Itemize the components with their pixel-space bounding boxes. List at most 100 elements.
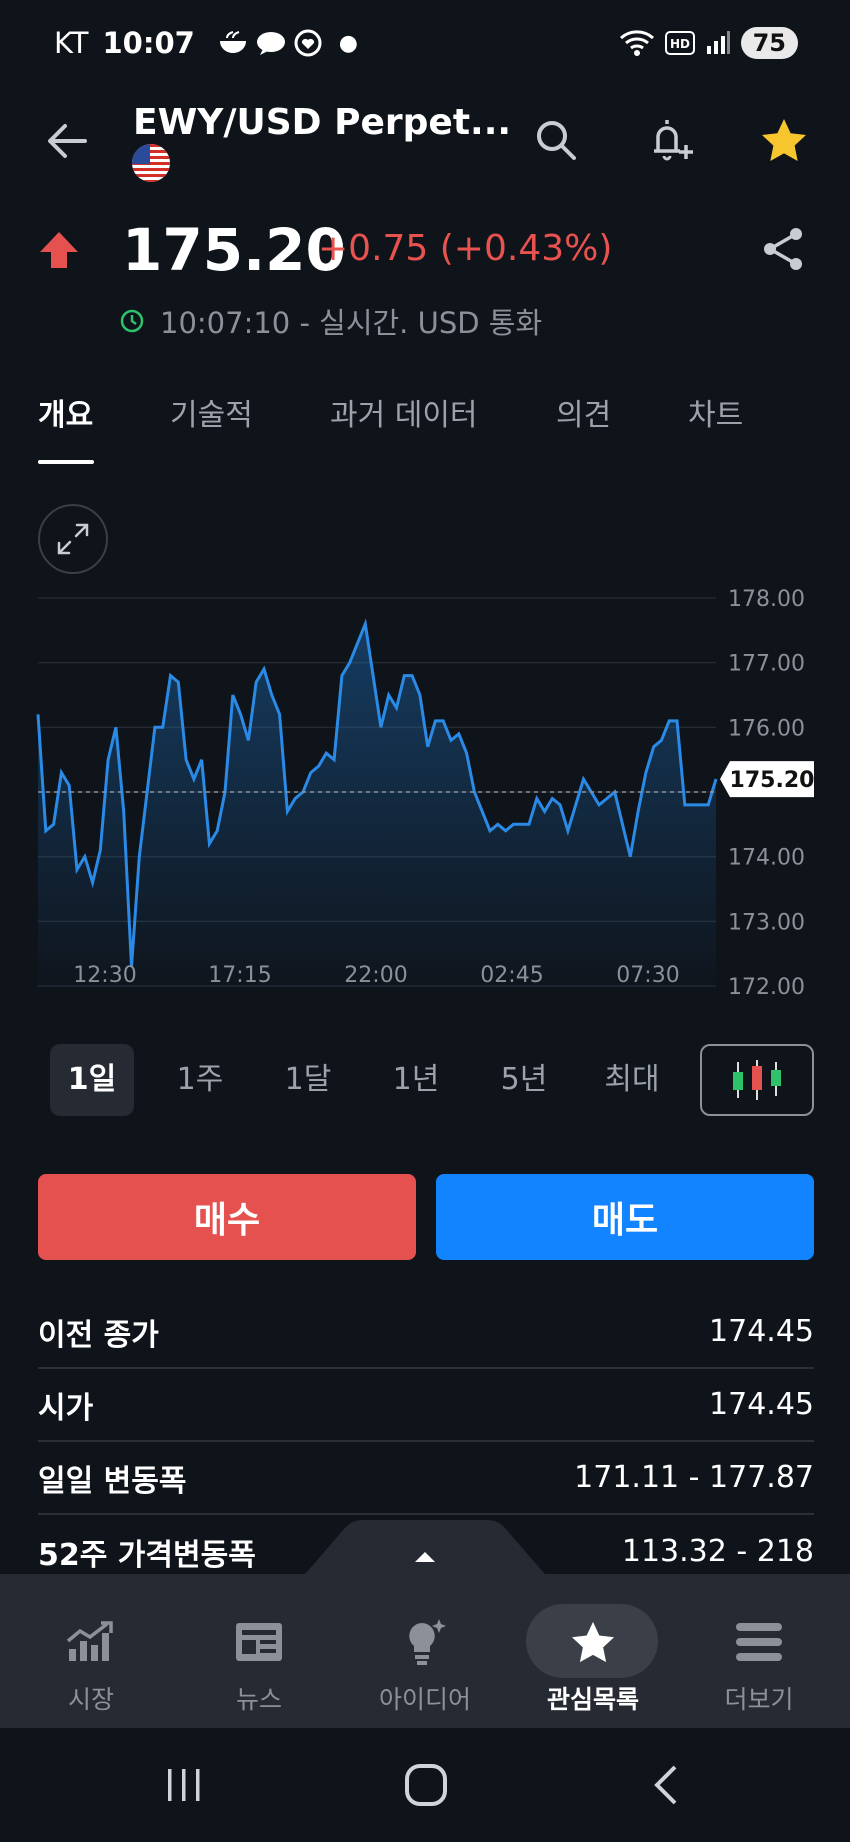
status-time: 10:07 — [102, 26, 195, 60]
status-bar: KT 10:07 ● HD 75 — [0, 0, 850, 86]
stat-label: 시가 — [38, 1390, 94, 1426]
stat-row-prev-close: 이전 종가 174.45 — [38, 1296, 814, 1369]
x-tick-label: 22:00 — [344, 963, 407, 988]
x-tick-label: 02:45 — [480, 963, 543, 988]
home-button[interactable] — [396, 1758, 456, 1812]
y-tick-label: 173.00 — [728, 910, 805, 935]
more-notifications-dot: ● — [338, 30, 358, 56]
clock-icon — [120, 309, 144, 333]
recent-apps-button[interactable] — [154, 1758, 214, 1812]
stat-row-open: 시가 174.45 — [38, 1369, 814, 1442]
period-1m[interactable]: 1달 — [266, 1044, 350, 1116]
carrier-label: KT — [54, 26, 89, 60]
wifi-icon — [619, 30, 654, 56]
bell-plus-icon — [654, 120, 693, 161]
lightbulb-icon — [395, 1616, 455, 1668]
hd-icon: HD — [664, 31, 695, 55]
stat-value: 174.45 — [709, 1314, 814, 1349]
tab-chart[interactable]: 차트 — [688, 390, 743, 434]
expand-chart-button[interactable] — [38, 504, 108, 574]
search-button[interactable] — [528, 112, 584, 168]
stat-value: 174.45 — [709, 1387, 814, 1422]
stat-row-day-range: 일일 변동폭 171.11 - 177.87 — [38, 1442, 814, 1515]
arrow-up-icon — [40, 232, 78, 268]
nav-markets[interactable]: 시장 — [6, 1574, 176, 1728]
nav-label: 뉴스 — [235, 1685, 282, 1714]
current-price-label: 175.20 — [730, 768, 815, 793]
search-icon — [537, 121, 576, 160]
last-price: 175.20 — [122, 216, 346, 284]
y-tick-label: 178.00 — [728, 587, 805, 612]
nav-more[interactable]: 더보기 — [674, 1574, 844, 1728]
nav-ideas[interactable]: 아이디어 — [340, 1574, 510, 1728]
chat-notification-icon — [256, 32, 285, 55]
share-button[interactable] — [758, 224, 810, 276]
x-tick-label: 17:15 — [208, 963, 271, 988]
us-flag-icon — [132, 144, 170, 182]
y-tick-label: 172.00 — [728, 975, 805, 1000]
period-max[interactable]: 최대 — [590, 1044, 674, 1116]
system-back-button[interactable] — [636, 1758, 696, 1812]
battery-indicator: 75 — [740, 27, 798, 59]
stat-label: 이전 종가 — [38, 1317, 159, 1353]
bottom-navigation: 시장 뉴스 아이디어 관심목록 더보기 — [0, 1574, 850, 1728]
tab-historical-data[interactable]: 과거 데이터 — [330, 390, 478, 434]
stat-value: 113.32 - 218 — [621, 1534, 814, 1569]
watchlist-star-button[interactable] — [756, 112, 812, 168]
home-icon — [405, 1764, 447, 1806]
chart-area-fill — [38, 623, 716, 986]
period-1w[interactable]: 1주 — [158, 1044, 242, 1116]
quote-timestamp: 10:07:10 - 실시간. USD 통화 — [160, 306, 543, 340]
stat-label: 일일 변동폭 — [38, 1463, 187, 1499]
expand-panel-handle[interactable] — [300, 1520, 550, 1580]
period-selector: 1일 1주 1달 1년 5년 최대 — [0, 1044, 850, 1120]
share-icon — [764, 228, 802, 270]
y-tick-label: 177.00 — [728, 652, 805, 677]
tab-technical[interactable]: 기술적 — [170, 390, 253, 434]
menu-icon — [729, 1616, 789, 1668]
nav-label: 시장 — [67, 1685, 114, 1714]
heart-notification-icon — [294, 29, 322, 57]
tab-overview[interactable]: 개요 — [38, 390, 93, 434]
arrow-left-icon — [48, 124, 87, 158]
buy-button[interactable]: 매수 — [38, 1174, 416, 1260]
price-section: 175.20 +0.75 (+0.43%) — [0, 216, 850, 286]
add-alert-button[interactable] — [642, 112, 698, 168]
y-tick-label: 176.00 — [728, 716, 805, 741]
period-5y[interactable]: 5년 — [482, 1044, 566, 1116]
x-tick-label: 12:30 — [73, 963, 136, 988]
tab-opinions[interactable]: 의견 — [556, 390, 611, 434]
price-chart[interactable]: 178.00 177.00 176.00 174.00 173.00 172.00 12:… — [0, 570, 850, 1020]
nav-watchlist[interactable]: 관심목록 — [508, 1574, 678, 1728]
active-tab-indicator — [38, 460, 94, 464]
back-button[interactable] — [42, 116, 92, 166]
quote-time-row: 10:07:10 - 실시간. USD 통화 — [120, 300, 542, 342]
sell-button[interactable]: 매도 — [436, 1174, 814, 1260]
system-navigation-bar — [0, 1728, 850, 1842]
section-tabs: 개요 기술적 과거 데이터 의견 차트 — [0, 386, 850, 466]
nav-news[interactable]: 뉴스 — [174, 1574, 344, 1728]
candlestick-toggle-button[interactable] — [700, 1044, 814, 1116]
app-header: EWY/USD Perpet... — [0, 96, 850, 186]
signal-icon — [706, 31, 730, 54]
nav-label: 더보기 — [724, 1685, 794, 1714]
candlestick-icon — [733, 1060, 781, 1100]
chart-growth-icon — [61, 1616, 121, 1668]
recent-apps-icon — [168, 1769, 200, 1801]
period-1d[interactable]: 1일 — [50, 1044, 134, 1116]
food-notification-icon — [219, 31, 246, 53]
nav-label: 관심목록 — [546, 1685, 639, 1714]
y-tick-label: 174.00 — [728, 846, 805, 871]
instrument-title: EWY/USD Perpet... — [133, 102, 512, 143]
x-tick-label: 07:30 — [616, 963, 679, 988]
star-icon — [563, 1616, 623, 1668]
chevron-left-icon — [654, 1765, 677, 1805]
stat-value: 171.11 - 177.87 — [574, 1460, 814, 1495]
star-filled-icon — [762, 119, 806, 161]
newspaper-icon — [229, 1616, 289, 1668]
expand-icon — [57, 523, 89, 555]
period-1y[interactable]: 1년 — [374, 1044, 458, 1116]
stat-label: 52주 가격변동폭 — [38, 1537, 256, 1573]
nav-label: 아이디어 — [378, 1685, 471, 1714]
notification-icons: ● — [217, 28, 358, 58]
